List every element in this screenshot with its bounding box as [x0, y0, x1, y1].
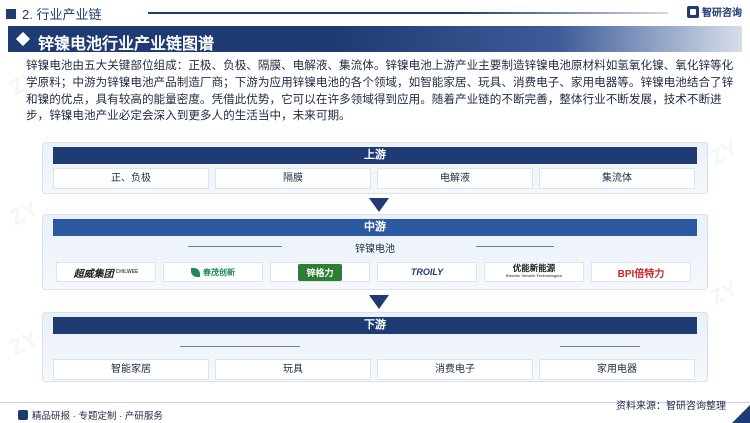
company-name: TROILY: [410, 267, 444, 277]
company-name: 春茂创新: [203, 267, 235, 277]
midstream-sub-label: 锌镍电池: [355, 244, 395, 255]
downstream-header: 下游: [53, 317, 697, 334]
footer-tagline: 精品研报 · 专题定制 · 产研服务: [18, 408, 163, 422]
downstream-section: 下游 智能家居 玩具 消费电子 家用电器: [42, 312, 708, 382]
upstream-item: 电解液: [377, 168, 533, 189]
title-banner: 锌镍电池行业产业链图谱: [8, 26, 742, 53]
intro-paragraph: 锌镍电池由五大关键部位组成：正极、负极、隔膜、电解液、集流体。锌镍电池上游产业主…: [26, 59, 734, 123]
downstream-item: 家用电器: [539, 359, 695, 380]
corner-decoration: [732, 405, 750, 423]
midstream-header: 中游: [53, 219, 697, 236]
leaf-icon: [191, 267, 200, 277]
midstream-divider-left: [188, 246, 282, 247]
company-name: 优能新能源: [512, 263, 556, 273]
flow-arrow: [369, 295, 389, 309]
downstream-divider-left: [180, 346, 300, 347]
midstream-divider-right: [476, 246, 554, 247]
downstream-item: 玩具: [215, 359, 371, 380]
page-title: 锌镍电池行业产业链图谱: [38, 36, 215, 53]
company-sub: CHILWEE: [115, 269, 139, 275]
upstream-item: 集流体: [539, 168, 695, 189]
upstream-item: 隔膜: [215, 168, 371, 189]
company-name: 超威集团: [73, 268, 114, 280]
watermark: ZY: [705, 274, 743, 311]
downstream-item: 智能家居: [53, 359, 209, 380]
upstream-item: 正、负极: [53, 168, 209, 189]
diamond-icon: [15, 31, 31, 47]
company-logo-youneng: 优能新能源 Electric Vehicle Technologies: [484, 262, 584, 282]
watermark: ZY: [5, 194, 43, 231]
source-note: 资料来源：智研咨询整理: [616, 401, 726, 412]
company-name: 锌格力: [298, 263, 342, 281]
brand-icon: [18, 410, 28, 420]
brand-icon: [687, 5, 699, 18]
company-logo-bpi: BPI倍特力: [591, 262, 691, 282]
section-title: 2. 行业产业链: [6, 4, 101, 23]
brand-logo: 智研咨询: [687, 4, 742, 19]
top-bar: 2. 行业产业链 智研咨询: [0, 0, 750, 24]
brand-name: 智研咨询: [702, 8, 742, 19]
upstream-header: 上游: [53, 147, 697, 164]
company-name: BPI倍特力: [617, 268, 665, 280]
upstream-section: 上游 正、负极 隔膜 电解液 集流体: [42, 142, 708, 194]
section-square-icon: [6, 8, 16, 19]
footer-text: 精品研报 · 专题定制 · 产研服务: [32, 411, 163, 422]
header-divider: [148, 12, 668, 14]
watermark: ZY: [705, 134, 743, 171]
company-logo-troily: TROILY: [377, 262, 477, 282]
company-sub: Electric Vehicle Technologies: [506, 273, 562, 278]
section-label: 2. 行业产业链: [22, 7, 102, 22]
company-logo-chilwee: 超威集团 CHILWEE: [56, 262, 156, 282]
company-logo-chunmao: 春茂创新: [163, 262, 263, 282]
watermark: ZY: [5, 324, 43, 361]
downstream-item: 消费电子: [377, 359, 533, 380]
company-logo-zinc-power: 锌格力: [270, 262, 370, 282]
flow-arrow: [369, 198, 389, 212]
downstream-divider-right: [560, 346, 640, 347]
